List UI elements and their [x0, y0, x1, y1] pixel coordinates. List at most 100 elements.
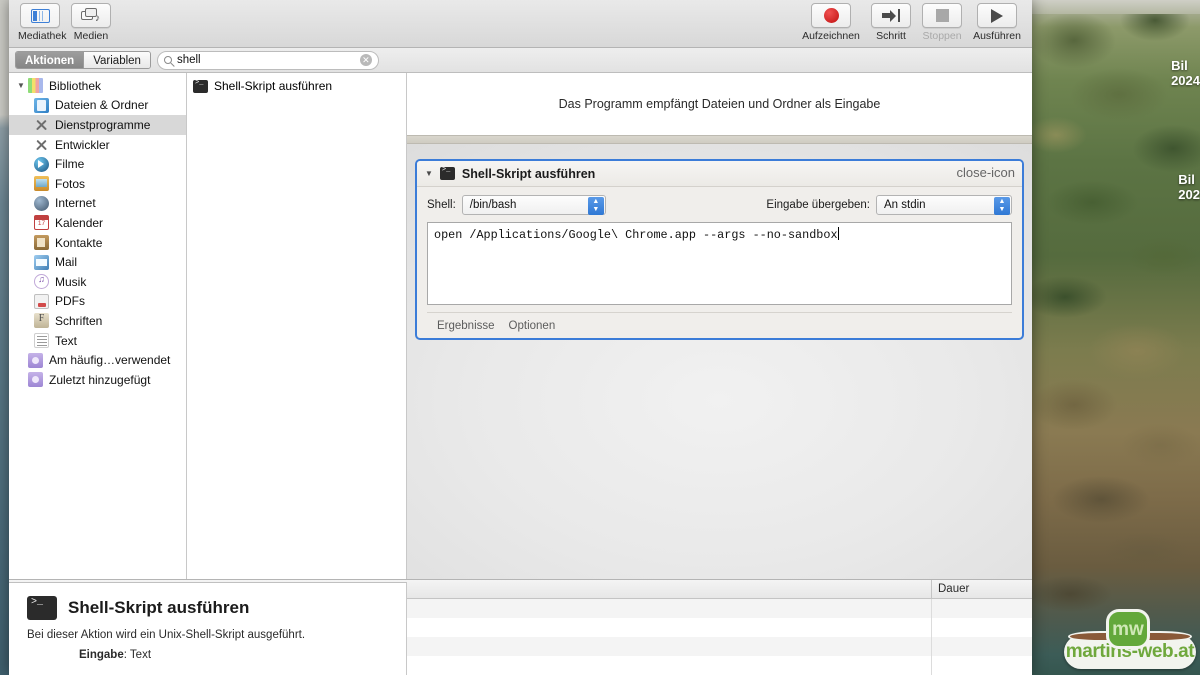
utilities-icon	[34, 117, 49, 132]
library-column: ▼ Bibliothek Dateien & Ordner Dienstprog…	[9, 73, 187, 603]
toolbar-button-library[interactable]: Mediathek	[18, 3, 67, 42]
sidebar-item-pdfs[interactable]: PDFs	[9, 292, 186, 312]
toolbar-button-stop: Stoppen	[920, 3, 964, 42]
sidebar-item-label: Text	[55, 333, 78, 348]
desktop-file-label-line1: Bil	[1178, 172, 1195, 187]
workflow-column: Das Programm empfängt Dateien und Ordner…	[407, 73, 1032, 603]
desktop-file-label[interactable]: Bil 2024	[1171, 58, 1200, 88]
desktop-file-label-line2: 202	[1178, 187, 1200, 202]
workflow-action-shell-script[interactable]: ▼ Shell-Skript ausführen close-icon Shel…	[415, 159, 1024, 340]
toolbar-button-media[interactable]: ♪ Medien	[69, 3, 113, 42]
wallpaper-sky	[1020, 0, 1200, 14]
sidebar-item-label: Zuletzt hinzugefügt	[49, 372, 151, 387]
clear-icon[interactable]: ✕	[359, 54, 372, 66]
sidebar-item-label: PDFs	[55, 294, 85, 309]
watermark-logo-icon: mw	[1106, 609, 1150, 649]
chevron-updown-icon[interactable]: ▲ ▼	[587, 197, 604, 215]
sidebar-item-label: Fotos	[55, 176, 86, 191]
sidebar-item-kalender[interactable]: Kalender	[9, 213, 186, 233]
toolbar-button-record[interactable]: Aufzeichnen	[800, 3, 862, 42]
library-mode-segmented-control[interactable]: Aktionen Variablen	[15, 51, 151, 69]
contacts-icon	[34, 235, 49, 251]
description-input-key: Eingabe	[79, 649, 124, 661]
sidebar-item-schriften[interactable]: Schriften	[9, 311, 186, 331]
action-title-bar[interactable]: ▼ Shell-Skript ausführen close-icon	[417, 161, 1022, 187]
input-mode-label: Eingabe übergeben:	[766, 199, 870, 211]
search-input[interactable]	[176, 54, 360, 66]
toolbar-button-run[interactable]: Ausführen	[971, 3, 1023, 42]
sidebar-item-label: Kalender	[55, 215, 104, 230]
library-panel-icon	[30, 8, 50, 23]
workflow-canvas[interactable]: ▼ Shell-Skript ausführen close-icon Shel…	[407, 144, 1032, 602]
library-filter-bar: Aktionen Variablen ✕	[9, 48, 1032, 73]
toolbar-button-label: Medien	[73, 30, 109, 42]
action-description-panel: Shell-Skript ausführen Bei dieser Aktion…	[9, 582, 407, 675]
toolbar-button-step[interactable]: Schritt	[869, 3, 913, 42]
stop-icon	[935, 9, 949, 22]
media-browser-icon: ♪	[81, 8, 101, 24]
wallpaper-hillside	[1020, 0, 1200, 675]
step-icon	[882, 8, 900, 23]
play-icon	[991, 8, 1003, 23]
sidebar-item-musik[interactable]: Musik	[9, 272, 186, 292]
results-toggle[interactable]: Ergebnisse	[437, 320, 495, 332]
workflow-input-banner-text: Das Programm empfängt Dateien und Ordner…	[558, 97, 881, 111]
close-icon[interactable]: close-icon	[956, 165, 1015, 181]
sidebar-item-zuletzt-hinzugefuegt[interactable]: Zuletzt hinzugefügt	[9, 370, 186, 390]
description-input-row: Eingabe: Text	[79, 649, 152, 661]
toolbar-button-label: Mediathek	[18, 30, 67, 42]
text-caret	[837, 227, 839, 240]
toolbar-button-label: Stoppen	[922, 30, 962, 42]
window-toolbar: Mediathek ♪ Medien Aufzeichnen Schritt S…	[9, 0, 1032, 48]
script-editor[interactable]: open /Applications/Google\ Chrome.app --…	[427, 222, 1012, 305]
internet-icon	[34, 195, 49, 211]
shell-select[interactable]: /bin/bash ▲ ▼	[461, 195, 606, 215]
wallpaper-water-strip	[0, 0, 9, 675]
sidebar-item-label: Schriften	[55, 313, 103, 328]
list-item[interactable]: Shell-Skript ausführen	[187, 76, 406, 96]
sidebar-item-entwickler[interactable]: Entwickler	[9, 135, 186, 155]
action-title: Shell-Skript ausführen	[461, 166, 596, 181]
description-input-value: Text	[129, 649, 152, 661]
desktop-file-label-line2: 2024	[1171, 73, 1200, 88]
description-text: Bei dieser Aktion wird ein Unix-Shell-Sk…	[27, 629, 306, 641]
sidebar-item-label: Dateien & Ordner	[55, 98, 149, 113]
sidebar-item-label: Musik	[55, 274, 87, 289]
sidebar-item-dateien-ordner[interactable]: Dateien & Ordner	[9, 96, 186, 116]
tab-variablen[interactable]: Variablen	[84, 52, 150, 68]
sidebar-item-internet[interactable]: Internet	[9, 194, 186, 214]
input-mode-select[interactable]: An stdin ▲ ▼	[876, 195, 1012, 215]
sidebar-item-filme[interactable]: Filme	[9, 154, 186, 174]
log-column-dauer[interactable]: Dauer	[932, 580, 1032, 598]
movies-icon	[34, 156, 49, 172]
developer-icon	[34, 137, 49, 152]
input-mode-select-value: An stdin	[884, 199, 926, 211]
sidebar-item-mail[interactable]: Mail	[9, 252, 186, 272]
list-item-label: Shell-Skript ausführen	[214, 79, 333, 93]
toolbar-button-label: Schritt	[876, 30, 906, 42]
chevron-updown-icon[interactable]: ▲ ▼	[994, 197, 1010, 215]
tab-aktionen[interactable]: Aktionen	[16, 52, 85, 68]
desktop-file-label[interactable]: Bil 202	[1178, 172, 1200, 202]
photos-icon	[34, 176, 49, 192]
shell-label: Shell:	[427, 199, 456, 211]
calendar-icon	[34, 215, 49, 231]
sidebar-item-dienstprogramme[interactable]: Dienstprogramme	[9, 115, 186, 135]
sidebar-item-label: Am häufig…verwendet	[49, 353, 171, 368]
workflow-input-banner: Das Programm empfängt Dateien und Ordner…	[407, 73, 1032, 135]
mail-icon	[34, 254, 49, 270]
desktop-file-label-line1: Bil	[1171, 58, 1188, 73]
sidebar-item-am-haeufigsten-verwendet[interactable]: Am häufig…verwendet	[9, 350, 186, 370]
sidebar-item-text[interactable]: Text	[9, 331, 186, 351]
window-body: ▼ Bibliothek Dateien & Ordner Dienstprog…	[9, 73, 1032, 603]
options-toggle[interactable]: Optionen	[509, 320, 556, 332]
chevron-down-icon[interactable]: ▼	[425, 169, 433, 178]
shell-select-value: /bin/bash	[469, 199, 517, 211]
smart-folder-icon	[28, 372, 43, 388]
library-root-bibliothek[interactable]: ▼ Bibliothek	[9, 76, 186, 96]
chevron-down-icon[interactable]: ▼	[17, 81, 27, 90]
library-search-field[interactable]: ✕	[156, 50, 379, 70]
sidebar-item-fotos[interactable]: Fotos	[9, 174, 186, 194]
sidebar-item-label: Dienstprogramme	[55, 117, 151, 132]
sidebar-item-kontakte[interactable]: Kontakte	[9, 233, 186, 253]
